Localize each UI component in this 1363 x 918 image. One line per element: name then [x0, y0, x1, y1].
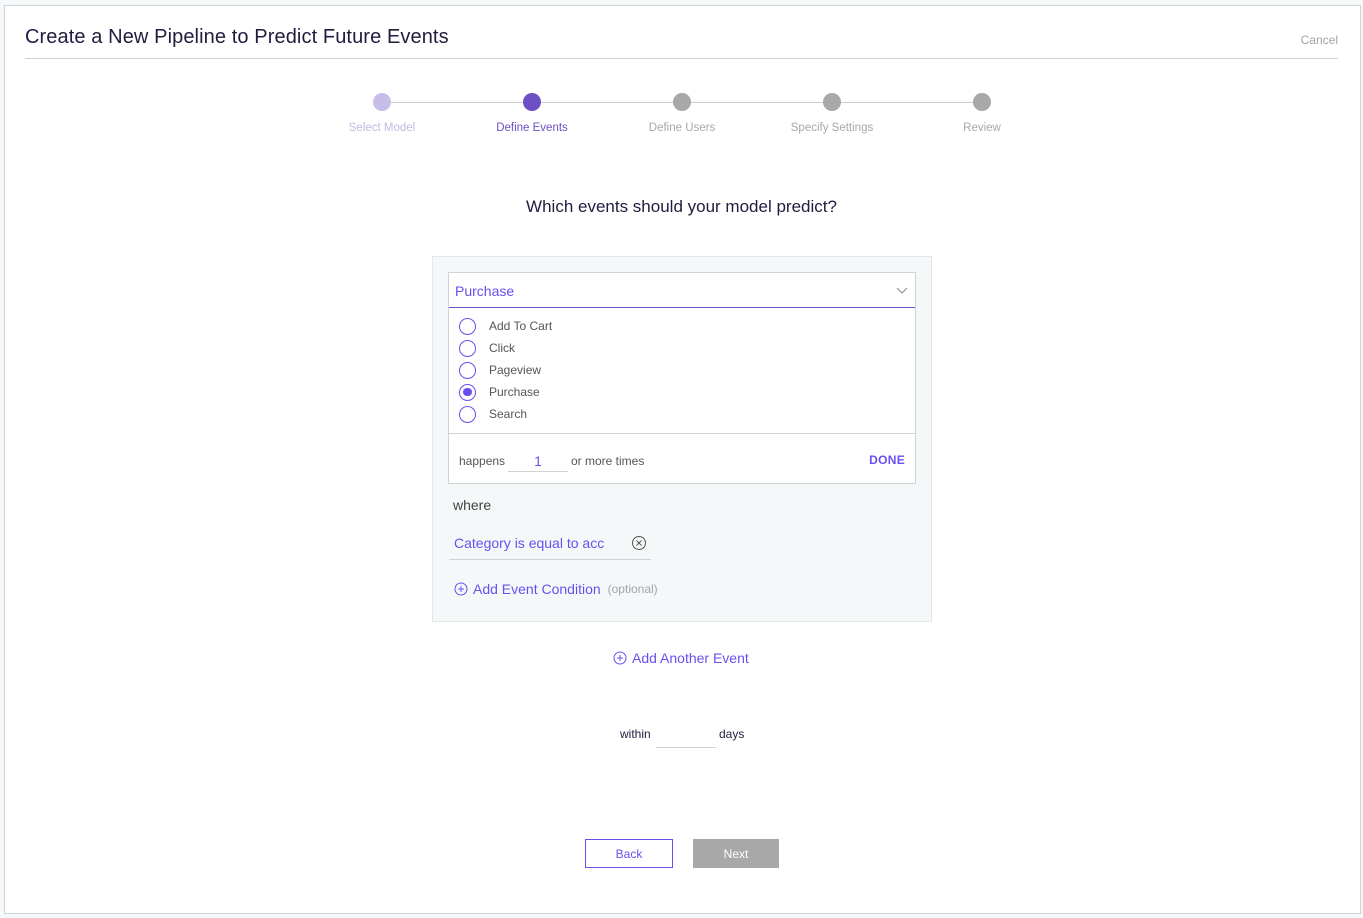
- happens-row: happens or more times DONE: [449, 434, 915, 484]
- chevron-down-icon: [896, 287, 908, 294]
- within-label: within: [620, 727, 651, 741]
- add-another-event-button[interactable]: Add Another Event: [613, 650, 749, 666]
- radio-button[interactable]: [459, 339, 476, 357]
- step-dot: [373, 93, 391, 111]
- step-label: Select Model: [348, 122, 416, 134]
- where-label: where: [453, 497, 492, 513]
- option-purchase[interactable]: Purchase: [449, 381, 915, 403]
- step-specify-settings[interactable]: Specify Settings: [757, 92, 907, 134]
- days-input[interactable]: [656, 722, 716, 748]
- step-dot: [673, 93, 691, 111]
- step-label: Define Users: [648, 122, 716, 134]
- option-label: Search: [489, 407, 528, 421]
- stepper: Select Model Define Events Define Users …: [330, 92, 1030, 152]
- back-button[interactable]: Back: [585, 839, 673, 868]
- radio-button[interactable]: [459, 405, 476, 423]
- option-label: Purchase: [489, 385, 540, 399]
- count-input[interactable]: [508, 450, 568, 472]
- next-button[interactable]: Next: [693, 839, 779, 868]
- remove-condition-icon[interactable]: [631, 535, 647, 551]
- option-label: Pageview: [489, 363, 542, 377]
- step-dot: [823, 93, 841, 111]
- add-event-condition-label: Add Event Condition: [473, 581, 601, 597]
- radio-button[interactable]: [459, 317, 476, 335]
- step-label: Review: [963, 122, 1001, 134]
- cancel-link[interactable]: Cancel: [1301, 33, 1338, 47]
- condition-text: Category is equal to acc: [454, 535, 605, 551]
- event-card: Purchase Add To Cart Click Pageview Purc…: [432, 256, 932, 622]
- happens-label: happens: [459, 454, 506, 468]
- done-button[interactable]: DONE: [869, 453, 905, 467]
- plus-circle-icon: [454, 582, 468, 596]
- radio-button-checked[interactable]: [459, 383, 476, 401]
- option-pageview[interactable]: Pageview: [449, 359, 915, 381]
- optional-label: (optional): [607, 582, 658, 596]
- option-search[interactable]: Search: [449, 403, 915, 425]
- plus-circle-icon: [613, 651, 627, 665]
- days-label: days: [719, 727, 745, 741]
- more-times-label: or more times: [571, 454, 645, 468]
- option-label: Click: [489, 341, 515, 355]
- event-options-list: Add To Cart Click Pageview Purchase Sear…: [449, 308, 915, 434]
- step-label: Specify Settings: [790, 122, 874, 134]
- step-select-model[interactable]: Select Model: [307, 92, 457, 134]
- step-label: Define Events: [496, 122, 568, 134]
- header: Create a New Pipeline to Predict Future …: [25, 6, 1338, 59]
- step-dot: [973, 93, 991, 111]
- radio-button[interactable]: [459, 361, 476, 379]
- option-add-to-cart[interactable]: Add To Cart: [449, 315, 915, 337]
- event-select: Purchase Add To Cart Click Pageview Purc…: [448, 272, 916, 484]
- question-heading: Which events should your model predict?: [526, 197, 837, 216]
- add-another-event-label: Add Another Event: [632, 650, 749, 666]
- option-click[interactable]: Click: [449, 337, 915, 359]
- step-define-events[interactable]: Define Events: [457, 92, 607, 134]
- page-title: Create a New Pipeline to Predict Future …: [25, 26, 449, 48]
- event-condition[interactable]: Category is equal to acc: [449, 529, 651, 560]
- option-label: Add To Cart: [489, 319, 553, 333]
- add-event-condition-button[interactable]: Add Event Condition (optional): [454, 581, 658, 597]
- step-review[interactable]: Review: [907, 92, 1057, 134]
- event-select-value: Purchase: [455, 283, 515, 299]
- event-select-trigger[interactable]: Purchase: [449, 273, 915, 308]
- step-dot: [523, 93, 541, 111]
- step-define-users[interactable]: Define Users: [607, 92, 757, 134]
